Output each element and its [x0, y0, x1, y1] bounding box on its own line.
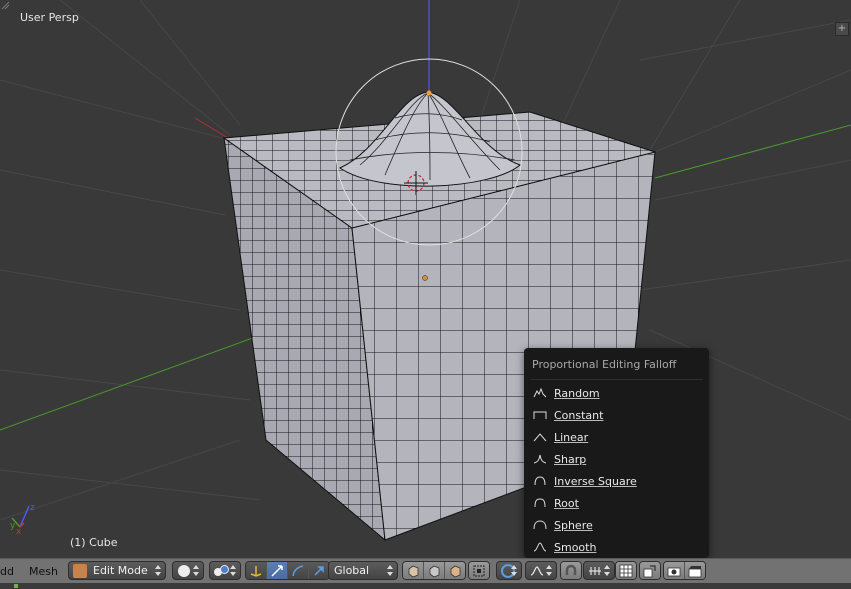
snap-target-button[interactable] [640, 562, 660, 579]
popup-title: Proportional Editing Falloff [532, 358, 677, 371]
orientation-label: Global [334, 564, 370, 577]
menu-item-random[interactable]: Random [532, 383, 704, 403]
sphere-falloff-icon [532, 518, 548, 532]
status-strip [0, 583, 851, 589]
render-group [663, 561, 706, 580]
mesh-menu[interactable]: Mesh [29, 565, 58, 578]
mode-dropdown[interactable]: Edit Mode [68, 561, 166, 580]
root-falloff-icon [532, 496, 548, 510]
menu-item-root[interactable]: Root [532, 493, 704, 513]
select-mode-group [402, 561, 466, 580]
rotate-icon [292, 564, 304, 576]
dropdown-arrows-icon [546, 565, 552, 576]
falloff-dropdown[interactable] [525, 561, 557, 580]
scale-icon [314, 565, 324, 576]
divider [530, 379, 703, 380]
menu-item-label: Random [554, 386, 600, 400]
dropdown-arrows-icon [511, 565, 517, 576]
menu-item-inverse-square[interactable]: Inverse Square [532, 471, 704, 491]
axis-gizmo: z y x [10, 503, 35, 537]
inverse-square-falloff-icon [532, 474, 548, 488]
menu-item-linear[interactable]: Linear [532, 427, 704, 447]
area-corner-icon[interactable] [0, 0, 10, 10]
menu-item-label: Sphere [554, 518, 593, 532]
camera-icon [667, 567, 681, 576]
vertex-select-button[interactable] [403, 562, 424, 579]
pivot-dropdown[interactable] [209, 561, 241, 580]
menu-item-label: Inverse Square [554, 474, 637, 488]
view-label: User Persp [20, 11, 79, 24]
dropdown-arrows-icon [230, 565, 236, 576]
object-label: (1) Cube [70, 536, 118, 549]
face-select-icon [450, 565, 461, 577]
status-indicator [14, 584, 18, 588]
snap-toggle-button[interactable] [561, 562, 581, 579]
translate-icon [271, 564, 283, 577]
snap-element-dropdown[interactable] [583, 561, 615, 580]
shading-dropdown[interactable] [172, 561, 204, 580]
clapperboard-icon [688, 565, 702, 577]
object-origin [422, 275, 428, 281]
snap-increment-icon [589, 566, 601, 575]
menu-item-sharp[interactable]: Sharp [532, 449, 704, 469]
mode-label: Edit Mode [93, 564, 148, 577]
menu-item-label: Root [554, 496, 579, 510]
dropdown-arrows-icon [387, 565, 393, 576]
smooth-falloff-icon [532, 540, 548, 554]
dropdown-arrows-icon [604, 565, 610, 576]
menu-item-label: Constant [554, 408, 604, 422]
snap-target-icon [643, 564, 656, 577]
render-animation-button[interactable] [685, 562, 705, 579]
translate-button[interactable] [267, 562, 288, 579]
y-axis-line-far [654, 124, 851, 179]
add-menu[interactable]: dd [0, 565, 14, 578]
solid-shading-icon [178, 564, 190, 577]
toolshelf-toggle-icon[interactable]: + [835, 22, 849, 36]
dropdown-arrows-icon [155, 565, 161, 576]
menu-item-constant[interactable]: Constant [532, 405, 704, 425]
random-falloff-icon [532, 386, 548, 400]
occlude-geometry-icon [473, 565, 485, 576]
limit-selection-visible-button[interactable] [469, 562, 489, 579]
layers-grid-icon [619, 564, 633, 577]
3d-viewport[interactable]: z y x User Persp (1) Cube + [0, 0, 851, 558]
face-select-button[interactable] [445, 562, 465, 579]
menu-item-label: Linear [554, 430, 589, 444]
rotate-button[interactable] [288, 562, 309, 579]
transform-orientation-dropdown[interactable]: Global [328, 561, 398, 580]
edit-mode-icon [73, 563, 87, 578]
manipulator-icon [250, 565, 262, 577]
linear-falloff-icon [532, 430, 548, 444]
proportional-editing-dropdown[interactable] [496, 561, 522, 580]
svg-text:x: x [16, 527, 22, 537]
snap-target-group [639, 561, 661, 580]
layer-button[interactable] [616, 562, 636, 579]
manipulator-group [245, 561, 330, 580]
render-preview-button[interactable] [664, 562, 685, 579]
occlude-group [468, 561, 490, 580]
viewport-scene: z y x [0, 0, 851, 542]
smooth-falloff-icon [530, 565, 544, 576]
selected-vertex[interactable] [426, 90, 432, 96]
edge-select-button[interactable] [424, 562, 445, 579]
constant-falloff-icon [532, 408, 548, 422]
menu-item-label: Sharp [554, 452, 587, 466]
menu-item-smooth[interactable]: Smooth [532, 537, 704, 557]
uv-layer-group [615, 561, 637, 580]
snap-group [560, 561, 582, 580]
3d-view-header: dd Mesh Edit Mode Global [0, 558, 851, 583]
menu-item-sphere[interactable]: Sphere [532, 515, 704, 535]
sharp-falloff-icon [532, 452, 548, 466]
scale-button[interactable] [309, 562, 329, 579]
dropdown-arrows-icon [193, 565, 199, 576]
pivot-point-icon [214, 564, 229, 577]
svg-text:z: z [30, 503, 35, 513]
vertex-select-icon [408, 565, 419, 577]
edge-select-icon [429, 565, 440, 577]
falloff-popup-menu: Proportional Editing Falloff Random Cons… [524, 348, 709, 558]
menu-item-label: Smooth [554, 540, 597, 554]
manipulator-toggle-button[interactable] [246, 562, 267, 579]
y-axis-line [0, 327, 281, 431]
magnet-icon [565, 564, 577, 575]
